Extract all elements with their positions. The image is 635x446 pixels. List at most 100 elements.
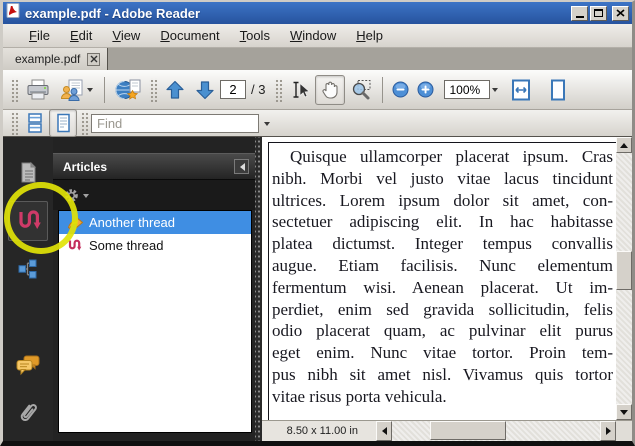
articles-list: Another thread Some thread	[58, 210, 252, 433]
zoom-in-icon	[417, 81, 434, 98]
document-line: vitae risus porta vehicula.	[272, 386, 613, 408]
minimize-button[interactable]	[571, 6, 588, 21]
scroll-down-icon	[620, 410, 628, 419]
maximize-icon	[594, 9, 603, 17]
create-pdf-online-button[interactable]	[110, 74, 146, 106]
articles-nav-button[interactable]	[8, 201, 48, 241]
document-line: odio placerat quam, ac pulvinar elit pur…	[272, 320, 613, 342]
menu-help[interactable]: Help	[346, 25, 393, 46]
menubar: File Edit View Document Tools Window Hel…	[3, 24, 632, 48]
menu-document[interactable]: Document	[150, 25, 229, 46]
document-line: ultrices. Lorem ipsum dolor sit amet, co…	[272, 190, 613, 212]
articles-panel: Articles Another thread	[53, 137, 255, 441]
vertical-scroll-track[interactable]	[616, 153, 632, 404]
main-toolbar: / 3	[3, 70, 632, 110]
tab-label: example.pdf	[15, 52, 80, 66]
toolbar-grip[interactable]	[274, 78, 282, 102]
tab-close-button[interactable]	[87, 53, 100, 66]
layers-nav-button[interactable]	[8, 249, 48, 289]
create-online-icon	[114, 78, 142, 102]
document-line: Quisque ullamcorper placerat ipsum. Cras	[272, 146, 613, 168]
pdf-page: Quisque ullamcorper placerat ipsum. Cras…	[268, 142, 616, 420]
next-page-icon	[194, 79, 216, 101]
adobe-reader-window: example.pdf - Adobe Reader File Edit Vie…	[0, 0, 635, 446]
scroll-right-button[interactable]	[600, 421, 616, 441]
menu-window[interactable]: Window	[280, 25, 346, 46]
toolbar-grip[interactable]	[149, 78, 157, 102]
zoom-level-input[interactable]	[444, 80, 490, 99]
select-tool-button[interactable]	[285, 75, 315, 105]
article-item-label: Some thread	[89, 238, 163, 253]
next-page-button[interactable]	[190, 75, 220, 105]
zoom-out-button[interactable]	[388, 77, 413, 102]
print-icon	[25, 78, 51, 102]
document-line: eget enim. Nunc vitae tortor. Proin tem-	[272, 342, 613, 364]
zoom-menu-caret[interactable]	[492, 88, 498, 95]
comments-nav-button[interactable]	[8, 345, 48, 385]
scroll-up-button[interactable]	[616, 137, 632, 153]
marquee-zoom-button[interactable]	[345, 75, 377, 105]
toolbar-grip[interactable]	[10, 78, 18, 102]
vertical-scrollbar[interactable]	[616, 137, 632, 420]
minimize-icon	[576, 16, 584, 18]
horizontal-scroll-thumb[interactable]	[430, 421, 506, 440]
maximize-button[interactable]	[590, 6, 607, 21]
document-line: perdiet, enim sed gravida sollicitudin, …	[272, 299, 613, 321]
vertical-scroll-thumb[interactable]	[616, 251, 632, 290]
find-menu-caret[interactable]	[264, 122, 270, 129]
page-count-label: / 3	[251, 82, 265, 97]
zoom-in-button[interactable]	[413, 77, 438, 102]
scroll-left-button[interactable]	[376, 421, 392, 441]
document-content: Quisque ullamcorper placerat ipsum. Cras…	[262, 137, 632, 420]
fit-page-button[interactable]	[544, 74, 572, 106]
scroll-up-icon	[620, 139, 628, 148]
menu-view[interactable]: View	[102, 25, 150, 46]
status-bar: 8.50 x 11.00 in	[262, 420, 632, 441]
collapse-panel-button[interactable]	[234, 159, 249, 174]
fit-width-icon	[510, 78, 532, 102]
fit-width-button[interactable]	[506, 74, 536, 106]
toolbar-grip[interactable]	[80, 111, 88, 135]
article-options-button[interactable]	[61, 185, 93, 206]
zoom-out-icon	[392, 81, 409, 98]
menu-file[interactable]: File	[19, 25, 60, 46]
page-size-label: 8.50 x 11.00 in	[262, 421, 370, 441]
scrolling-view-button[interactable]	[21, 109, 49, 137]
previous-page-button[interactable]	[160, 75, 190, 105]
toolbar-grip[interactable]	[10, 111, 18, 135]
menu-tools[interactable]: Tools	[230, 25, 280, 46]
document-line: pus nibh sit amet nisl. Vivamus quis tor…	[272, 364, 613, 386]
scroll-down-button[interactable]	[616, 404, 632, 420]
article-options-caret	[83, 194, 89, 201]
layers-nav-icon	[16, 257, 40, 281]
gear-icon	[63, 187, 81, 204]
horizontal-scroll-track[interactable]	[392, 421, 600, 441]
page-number-input[interactable]	[220, 80, 246, 99]
hand-tool-icon	[319, 79, 341, 101]
document-line: sectetuer adipiscing elit. In hac habita…	[272, 211, 613, 233]
find-input[interactable]	[91, 114, 259, 133]
scrolling-view-icon	[25, 113, 45, 133]
horizontal-scrollbar[interactable]	[376, 421, 616, 441]
close-button[interactable]	[612, 6, 629, 21]
single-page-view-button[interactable]	[49, 109, 77, 137]
titlebar[interactable]: example.pdf - Adobe Reader	[3, 2, 632, 24]
hand-tool-button[interactable]	[315, 75, 345, 105]
collaborate-menu-caret	[87, 88, 93, 95]
article-item-another-thread[interactable]: Another thread	[59, 211, 251, 234]
panel-splitter[interactable]	[255, 137, 262, 441]
document-line: augue. Etiam facilisis. Nunc elementum	[272, 255, 613, 277]
article-thread-icon	[65, 238, 85, 253]
pages-nav-button[interactable]	[8, 153, 48, 193]
collaborate-button[interactable]	[55, 74, 99, 106]
tab-example-pdf[interactable]: example.pdf	[3, 48, 108, 70]
current-article-icon	[65, 215, 85, 230]
article-item-label: Another thread	[89, 215, 175, 230]
tab-bar: example.pdf	[3, 48, 632, 70]
fit-page-icon	[548, 78, 568, 102]
menu-edit[interactable]: Edit	[60, 25, 102, 46]
comments-nav-icon	[15, 354, 41, 376]
attachments-nav-button[interactable]	[8, 393, 48, 433]
print-button[interactable]	[21, 74, 55, 106]
article-item-some-thread[interactable]: Some thread	[59, 234, 251, 257]
